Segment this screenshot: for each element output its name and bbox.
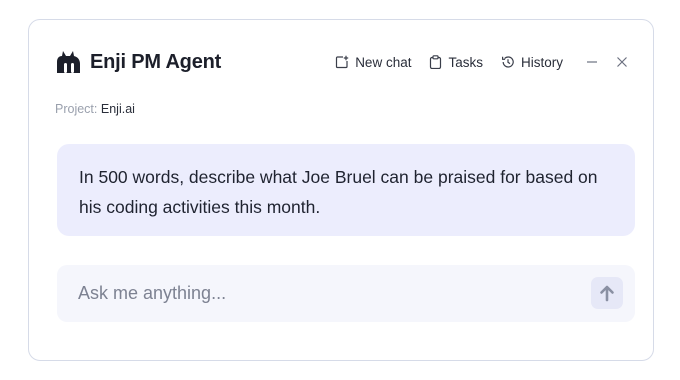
clipboard-icon: [430, 55, 442, 69]
chat-panel: Enji PM Agent New chat Tasks History Pro…: [28, 19, 654, 361]
minimize-button[interactable]: [585, 55, 599, 69]
new-chat-icon: [336, 55, 349, 69]
new-chat-label: New chat: [355, 54, 412, 70]
history-label: History: [520, 54, 563, 70]
message-input[interactable]: [57, 265, 577, 322]
project-indicator: Project: Enji.ai: [55, 102, 135, 116]
message-composer: [57, 265, 635, 322]
tasks-button[interactable]: Tasks: [429, 55, 483, 70]
send-button[interactable]: [591, 277, 623, 309]
project-label: Project:: [55, 102, 98, 116]
history-icon: [501, 56, 514, 68]
header-actions: New chat Tasks History: [335, 47, 629, 77]
history-button[interactable]: History: [501, 55, 563, 70]
user-message-bubble: In 500 words, describe what Joe Bruel ca…: [57, 144, 635, 236]
enji-logo-icon: [55, 49, 82, 75]
app-title: Enji PM Agent: [90, 50, 222, 73]
panel-header: Enji PM Agent New chat Tasks History: [55, 47, 629, 77]
new-chat-button[interactable]: New chat: [335, 55, 411, 70]
arrow-up-icon: [600, 285, 614, 302]
tasks-label: Tasks: [448, 54, 483, 70]
minimize-icon: [587, 61, 597, 63]
brand: Enji PM Agent: [55, 47, 221, 77]
close-icon: [617, 57, 627, 67]
close-button[interactable]: [615, 55, 629, 69]
project-name: Enji.ai: [100, 102, 135, 116]
